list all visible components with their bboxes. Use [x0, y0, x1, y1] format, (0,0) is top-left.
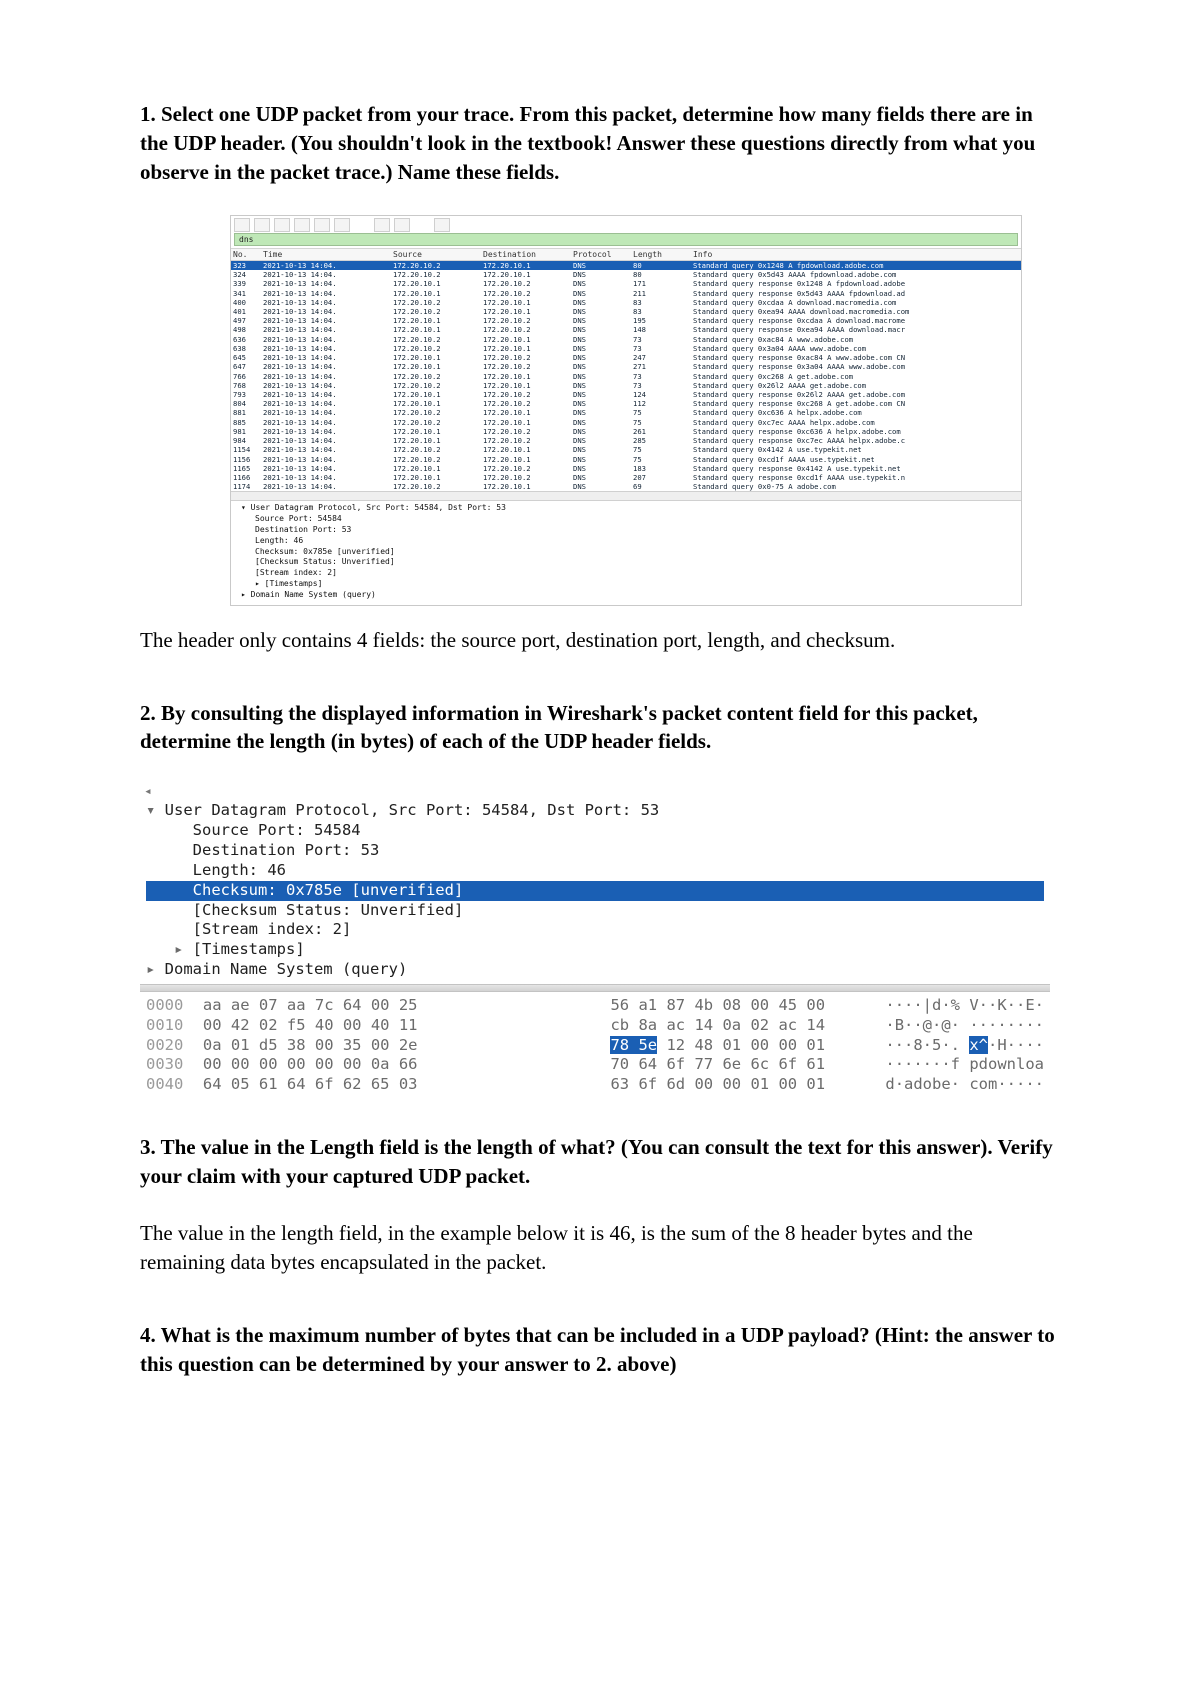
hex-row[interactable]: 00200a 01 d5 38 00 35 00 2e 78 5e 12 48 … [146, 1036, 1044, 1056]
detail-length: Length: 46 [193, 861, 286, 879]
toolbar-button[interactable] [234, 218, 250, 232]
udp-summary: User Datagram Protocol, Src Port: 54584,… [165, 801, 660, 819]
toolbar-button[interactable] [294, 218, 310, 232]
display-filter-input[interactable]: dns [234, 233, 1018, 246]
tree-caret-icon[interactable]: ▸ [146, 960, 165, 978]
horizontal-scrollbar[interactable] [231, 491, 1021, 500]
detail-checksum-status: [Checksum Status: Unverified] [241, 557, 1017, 568]
toolbar-button[interactable] [314, 218, 330, 232]
toolbar-button[interactable] [274, 218, 290, 232]
detail-stream-index: [Stream index: 2] [241, 568, 1017, 579]
packet-row[interactable]: 4012021-10-13 14:04.172.20.10.2172.20.10… [231, 307, 1021, 316]
packet-row[interactable]: 9812021-10-13 14:04.172.20.10.1172.20.10… [231, 427, 1021, 436]
toolbar-button[interactable] [334, 218, 350, 232]
packet-row[interactable]: 7662021-10-13 14:04.172.20.10.2172.20.10… [231, 372, 1021, 381]
packet-row[interactable]: 11542021-10-13 14:04.172.20.10.2172.20.1… [231, 445, 1021, 454]
wireshark-screenshot-1: dns No. Time Source Destination Protocol… [230, 215, 1022, 606]
answer-1: The header only contains 4 fields: the s… [140, 626, 1060, 655]
question-2: 2. By consulting the displayed informati… [140, 699, 1060, 757]
question-4: 4. What is the maximum number of bytes t… [140, 1321, 1060, 1379]
packet-row[interactable]: 3232021-10-13 14:04.172.20.10.2172.20.10… [231, 261, 1021, 270]
packet-row[interactable]: 8852021-10-13 14:04.172.20.10.2172.20.10… [231, 418, 1021, 427]
packet-row[interactable]: 3392021-10-13 14:04.172.20.10.1172.20.10… [231, 279, 1021, 288]
packet-details-pane[interactable]: ▾ User Datagram Protocol, Src Port: 5458… [231, 500, 1021, 604]
display-filter[interactable]: dns [231, 232, 1021, 248]
question-1: 1. Select one UDP packet from your trace… [140, 100, 1060, 187]
detail-checksum-status: [Checksum Status: Unverified] [193, 901, 464, 919]
packet-row[interactable]: 3412021-10-13 14:04.172.20.10.1172.20.10… [231, 289, 1021, 298]
detail-source-port: Source Port: 54584 [241, 514, 1017, 525]
question-3: 3. The value in the Length field is the … [140, 1133, 1060, 1191]
packet-list-columns: No. Time Source Destination Protocol Len… [231, 248, 1021, 261]
packet-list[interactable]: 3232021-10-13 14:04.172.20.10.2172.20.10… [231, 261, 1021, 491]
tree-caret-icon[interactable]: ▾ [146, 801, 165, 819]
toolbar-button[interactable] [374, 218, 390, 232]
hex-row[interactable]: 001000 42 02 f5 40 00 40 11 cb 8a ac 14 … [146, 1016, 1044, 1036]
packet-row[interactable]: 11562021-10-13 14:04.172.20.10.2172.20.1… [231, 455, 1021, 464]
packet-row[interactable]: 4002021-10-13 14:04.172.20.10.2172.20.10… [231, 298, 1021, 307]
detail-dns: Domain Name System (query) [165, 960, 408, 978]
detail-length: Length: 46 [241, 536, 1017, 547]
tree-caret-icon[interactable]: ▸ [255, 579, 265, 588]
detail-destination-port: Destination Port: 53 [241, 525, 1017, 536]
tree-caret-icon[interactable]: ▸ [174, 940, 193, 958]
packet-details-pane-2[interactable]: ▾ User Datagram Protocol, Src Port: 5458… [140, 799, 1050, 983]
hex-row[interactable]: 004064 05 61 64 6f 62 65 03 63 6f 6d 00 … [146, 1075, 1044, 1095]
packet-row[interactable]: 4972021-10-13 14:04.172.20.10.1172.20.10… [231, 316, 1021, 325]
packet-row[interactable]: 6362021-10-13 14:04.172.20.10.2172.20.10… [231, 335, 1021, 344]
detail-checksum-selected: Checksum: 0x785e [unverified] [193, 881, 464, 899]
detail-stream-index: [Stream index: 2] [193, 920, 352, 938]
detail-source-port: Source Port: 54584 [193, 821, 361, 839]
detail-timestamps: [Timestamps] [193, 940, 305, 958]
toolbar-button[interactable] [434, 218, 450, 232]
packet-row[interactable]: 11662021-10-13 14:04.172.20.10.1172.20.1… [231, 473, 1021, 482]
packet-row[interactable]: 7682021-10-13 14:04.172.20.10.2172.20.10… [231, 381, 1021, 390]
answer-3: The value in the length field, in the ex… [140, 1219, 1060, 1277]
packet-row[interactable]: 3242021-10-13 14:04.172.20.10.2172.20.10… [231, 270, 1021, 279]
packet-row[interactable]: 7932021-10-13 14:04.172.20.10.1172.20.10… [231, 390, 1021, 399]
packet-row[interactable]: 6452021-10-13 14:04.172.20.10.1172.20.10… [231, 353, 1021, 362]
packet-row[interactable]: 11652021-10-13 14:04.172.20.10.1172.20.1… [231, 464, 1021, 473]
scroll-left-icon[interactable]: ◂ [140, 784, 1050, 799]
detail-dns: Domain Name System (query) [251, 590, 376, 599]
toolbar-button[interactable] [394, 218, 410, 232]
packet-row[interactable]: 4982021-10-13 14:04.172.20.10.1172.20.10… [231, 325, 1021, 334]
hex-row[interactable]: 0000aa ae 07 aa 7c 64 00 25 56 a1 87 4b … [146, 996, 1044, 1016]
packet-row[interactable]: 11742021-10-13 14:04.172.20.10.2172.20.1… [231, 482, 1021, 491]
packet-row[interactable]: 8042021-10-13 14:04.172.20.10.1172.20.10… [231, 399, 1021, 408]
toolbar-button[interactable] [254, 218, 270, 232]
detail-destination-port: Destination Port: 53 [193, 841, 380, 859]
pane-divider[interactable] [140, 984, 1050, 992]
tree-caret-icon[interactable]: ▸ [241, 590, 251, 599]
packet-row[interactable]: 6472021-10-13 14:04.172.20.10.1172.20.10… [231, 362, 1021, 371]
udp-summary: User Datagram Protocol, Src Port: 54584,… [251, 503, 506, 512]
ws-toolbar [231, 216, 1021, 232]
packet-row[interactable]: 8812021-10-13 14:04.172.20.10.2172.20.10… [231, 408, 1021, 417]
packet-row[interactable]: 9842021-10-13 14:04.172.20.10.1172.20.10… [231, 436, 1021, 445]
packet-row[interactable]: 6382021-10-13 14:04.172.20.10.2172.20.10… [231, 344, 1021, 353]
packet-bytes-pane[interactable]: 0000aa ae 07 aa 7c 64 00 25 56 a1 87 4b … [140, 992, 1050, 1101]
detail-checksum: Checksum: 0x785e [unverified] [241, 547, 1017, 558]
detail-timestamps: [Timestamps] [265, 579, 323, 588]
hex-row[interactable]: 003000 00 00 00 00 00 0a 66 70 64 6f 77 … [146, 1055, 1044, 1075]
tree-caret-icon[interactable]: ▾ [241, 503, 251, 512]
wireshark-screenshot-2: ◂ ▾ User Datagram Protocol, Src Port: 54… [140, 784, 1050, 1101]
